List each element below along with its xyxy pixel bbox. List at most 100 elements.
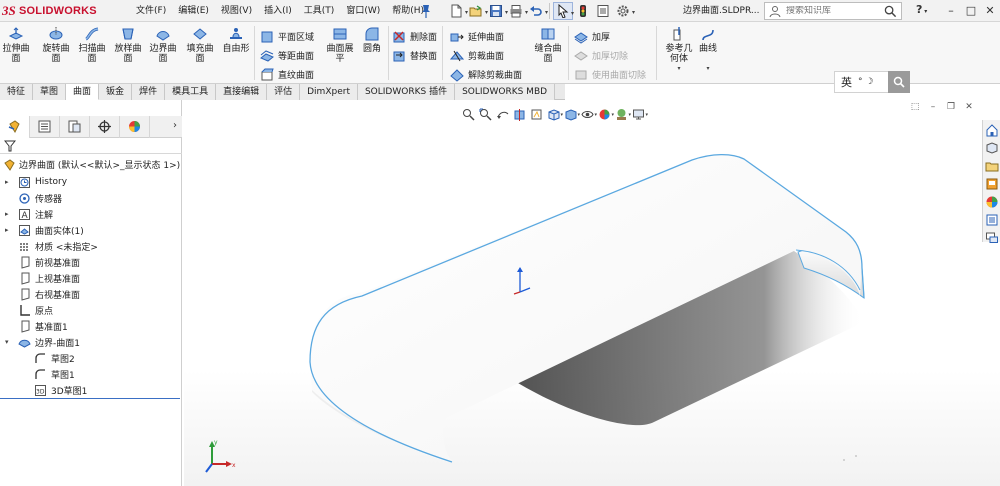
file-explorer-tab[interactable] xyxy=(984,158,1000,174)
search-input[interactable] xyxy=(786,6,878,16)
menu-window[interactable]: 窗口(W) xyxy=(340,0,386,22)
tab-weldments[interactable]: 焊件 xyxy=(132,84,166,100)
search-box[interactable] xyxy=(764,2,902,20)
tree-item-history[interactable]: ▸ History xyxy=(0,174,180,190)
chevron-down-icon[interactable]: ▾ xyxy=(5,338,13,346)
menu-view[interactable]: 视图(V) xyxy=(215,0,258,22)
knit-surface-button[interactable]: 缝合曲面 xyxy=(534,26,562,64)
tree-item-sensors[interactable]: 传感器 xyxy=(0,190,180,206)
pin-menu-icon[interactable] xyxy=(420,4,432,18)
tree-item-surface-bodies[interactable]: ▸ 曲面实体(1) xyxy=(0,222,180,238)
tree-item-front-plane[interactable]: 前视基准面 xyxy=(0,254,180,270)
forum-tab[interactable] xyxy=(984,230,1000,246)
tree-filter[interactable] xyxy=(0,138,182,154)
tree-item-top-plane[interactable]: 上视基准面 xyxy=(0,270,180,286)
tree-item-origin[interactable]: 原点 xyxy=(0,302,180,318)
lofted-surface-button[interactable]: 放样曲面 xyxy=(114,26,142,64)
save-button[interactable]: ▾ xyxy=(486,2,508,20)
tree-item-sketch1[interactable]: 草图1 xyxy=(0,366,180,382)
extend-surface-button[interactable]: 延伸曲面 xyxy=(450,28,504,45)
tab-evaluate[interactable]: 评估 xyxy=(267,84,301,100)
view-palette-tab[interactable] xyxy=(984,176,1000,192)
edit-appearance-button[interactable]: ▾ xyxy=(596,106,614,122)
tab-surfaces[interactable]: 曲面 xyxy=(66,84,100,100)
chevron-right-icon[interactable]: ▸ xyxy=(5,226,13,234)
zoom-area-button[interactable] xyxy=(477,106,494,122)
appearances-tab[interactable] xyxy=(984,194,1000,210)
tab-mold-tools[interactable]: 模具工具 xyxy=(165,84,217,100)
display-manager-tab[interactable] xyxy=(120,115,150,138)
planar-surface-button[interactable]: 平面区域 xyxy=(260,28,314,45)
search-icon[interactable] xyxy=(884,5,897,18)
tab-mbd[interactable]: SOLIDWORKS MBD xyxy=(455,84,556,100)
hide-show-items-button[interactable]: ▾ xyxy=(579,106,597,122)
curves-button[interactable]: 曲线 ▾ xyxy=(696,26,720,72)
close-button[interactable]: ✕ xyxy=(982,3,998,19)
viewport-close-button[interactable]: ✕ xyxy=(960,102,978,116)
tree-item-sketch2[interactable]: 草图2 xyxy=(0,350,180,366)
tab-features[interactable]: 特征 xyxy=(0,84,34,100)
swept-surface-button[interactable]: 扫描曲面 xyxy=(78,26,106,64)
view-settings-button[interactable]: ▾ xyxy=(630,106,648,122)
cut-with-surface-button[interactable]: 使用曲面切除 xyxy=(574,66,646,83)
tab-addins[interactable]: SOLIDWORKS 插件 xyxy=(357,84,456,100)
apply-scene-button[interactable]: ▾ xyxy=(613,106,631,122)
trim-surface-button[interactable]: 剪裁曲面 xyxy=(450,47,504,64)
boundary-surface-button[interactable]: 边界曲面 xyxy=(149,26,177,64)
reference-triad[interactable]: x y xyxy=(202,438,242,474)
viewport-restore-icon[interactable]: ⬚ xyxy=(906,102,924,116)
rebuild-button[interactable] xyxy=(573,2,593,20)
previous-view-button[interactable] xyxy=(494,106,511,122)
dimxpert-manager-tab[interactable] xyxy=(90,115,120,138)
file-properties-button[interactable] xyxy=(593,2,613,20)
tree-root[interactable]: 边界曲面 (默认<<默认>_显示状态 1>) xyxy=(0,156,180,172)
ruled-surface-button[interactable]: 直纹曲面 xyxy=(260,66,314,83)
untrim-surface-button[interactable]: 解除剪裁曲面 xyxy=(450,66,522,83)
help-button[interactable]: ? ▾ xyxy=(916,3,936,19)
dynamic-annotation-button[interactable] xyxy=(528,106,545,122)
display-style-button[interactable]: ▾ xyxy=(562,106,580,122)
chevron-right-icon[interactable]: › xyxy=(173,120,177,131)
configuration-manager-tab[interactable] xyxy=(60,115,90,138)
options-button[interactable]: ▾ xyxy=(613,2,635,20)
tree-item-boundary-surface1[interactable]: ▾ 边界-曲面1 xyxy=(0,334,180,350)
tree-item-3d-sketch1[interactable]: 3D 3D草图1 xyxy=(0,382,180,398)
ime-search-button[interactable] xyxy=(888,71,910,93)
freeform-button[interactable]: 自由形 xyxy=(222,26,250,54)
property-manager-tab[interactable] xyxy=(30,115,60,138)
custom-properties-tab[interactable] xyxy=(984,212,1000,228)
chevron-right-icon[interactable]: ▸ xyxy=(5,210,13,218)
select-button[interactable]: ▾ xyxy=(553,2,574,20)
tree-item-annotations[interactable]: ▸ A 注解 xyxy=(0,206,180,222)
chevron-right-icon[interactable]: ▸ xyxy=(5,178,13,186)
surface-flatten-button[interactable]: 曲面展平 xyxy=(326,26,354,64)
boundary-surface-model[interactable] xyxy=(184,100,1000,486)
solidworks-resources-tab[interactable] xyxy=(984,122,1000,138)
feature-manager-tab[interactable] xyxy=(0,115,30,138)
viewport-minimize-button[interactable]: – xyxy=(924,102,942,116)
revolved-surface-button[interactable]: 旋转曲面 xyxy=(42,26,70,64)
tab-direct-editing[interactable]: 直接编辑 xyxy=(216,84,268,100)
menu-file[interactable]: 文件(F) xyxy=(130,0,172,22)
view-orientation-button[interactable]: ▾ xyxy=(545,106,563,122)
graphics-area[interactable]: ▾ ▾ ▾ ▾ ▾ ▾ ⬚ – ❐ ✕ 英 ° ☽ x y xyxy=(184,71,1000,486)
tab-sketch[interactable]: 草图 xyxy=(33,84,67,100)
extruded-surface-button[interactable]: 拉伸曲面 xyxy=(2,26,30,64)
print-button[interactable]: ▾ xyxy=(506,2,528,20)
menu-insert[interactable]: 插入(I) xyxy=(258,0,298,22)
delete-face-button[interactable]: 删除面 xyxy=(392,28,437,45)
solidworks-logo[interactable]: 3S SOLIDWORKS xyxy=(2,3,112,19)
replace-face-button[interactable]: 替换面 xyxy=(392,47,437,64)
new-document-button[interactable]: ▾ xyxy=(446,2,468,20)
tree-item-right-plane[interactable]: 右视基准面 xyxy=(0,286,180,302)
tree-item-material[interactable]: 材质 <未指定> xyxy=(0,238,180,254)
thicken-button[interactable]: 加厚 xyxy=(574,28,610,45)
restore-button[interactable]: □ xyxy=(963,3,979,19)
zoom-to-fit-button[interactable] xyxy=(460,106,477,122)
open-button[interactable]: ▾ xyxy=(466,2,488,20)
tree-item-plane1[interactable]: 基准面1 xyxy=(0,318,180,334)
offset-surface-button[interactable]: 等距曲面 xyxy=(260,47,314,64)
tab-sheet-metal[interactable]: 钣金 xyxy=(99,84,133,100)
section-view-button[interactable] xyxy=(511,106,528,122)
fillet-button[interactable]: 圆角 xyxy=(360,26,384,54)
